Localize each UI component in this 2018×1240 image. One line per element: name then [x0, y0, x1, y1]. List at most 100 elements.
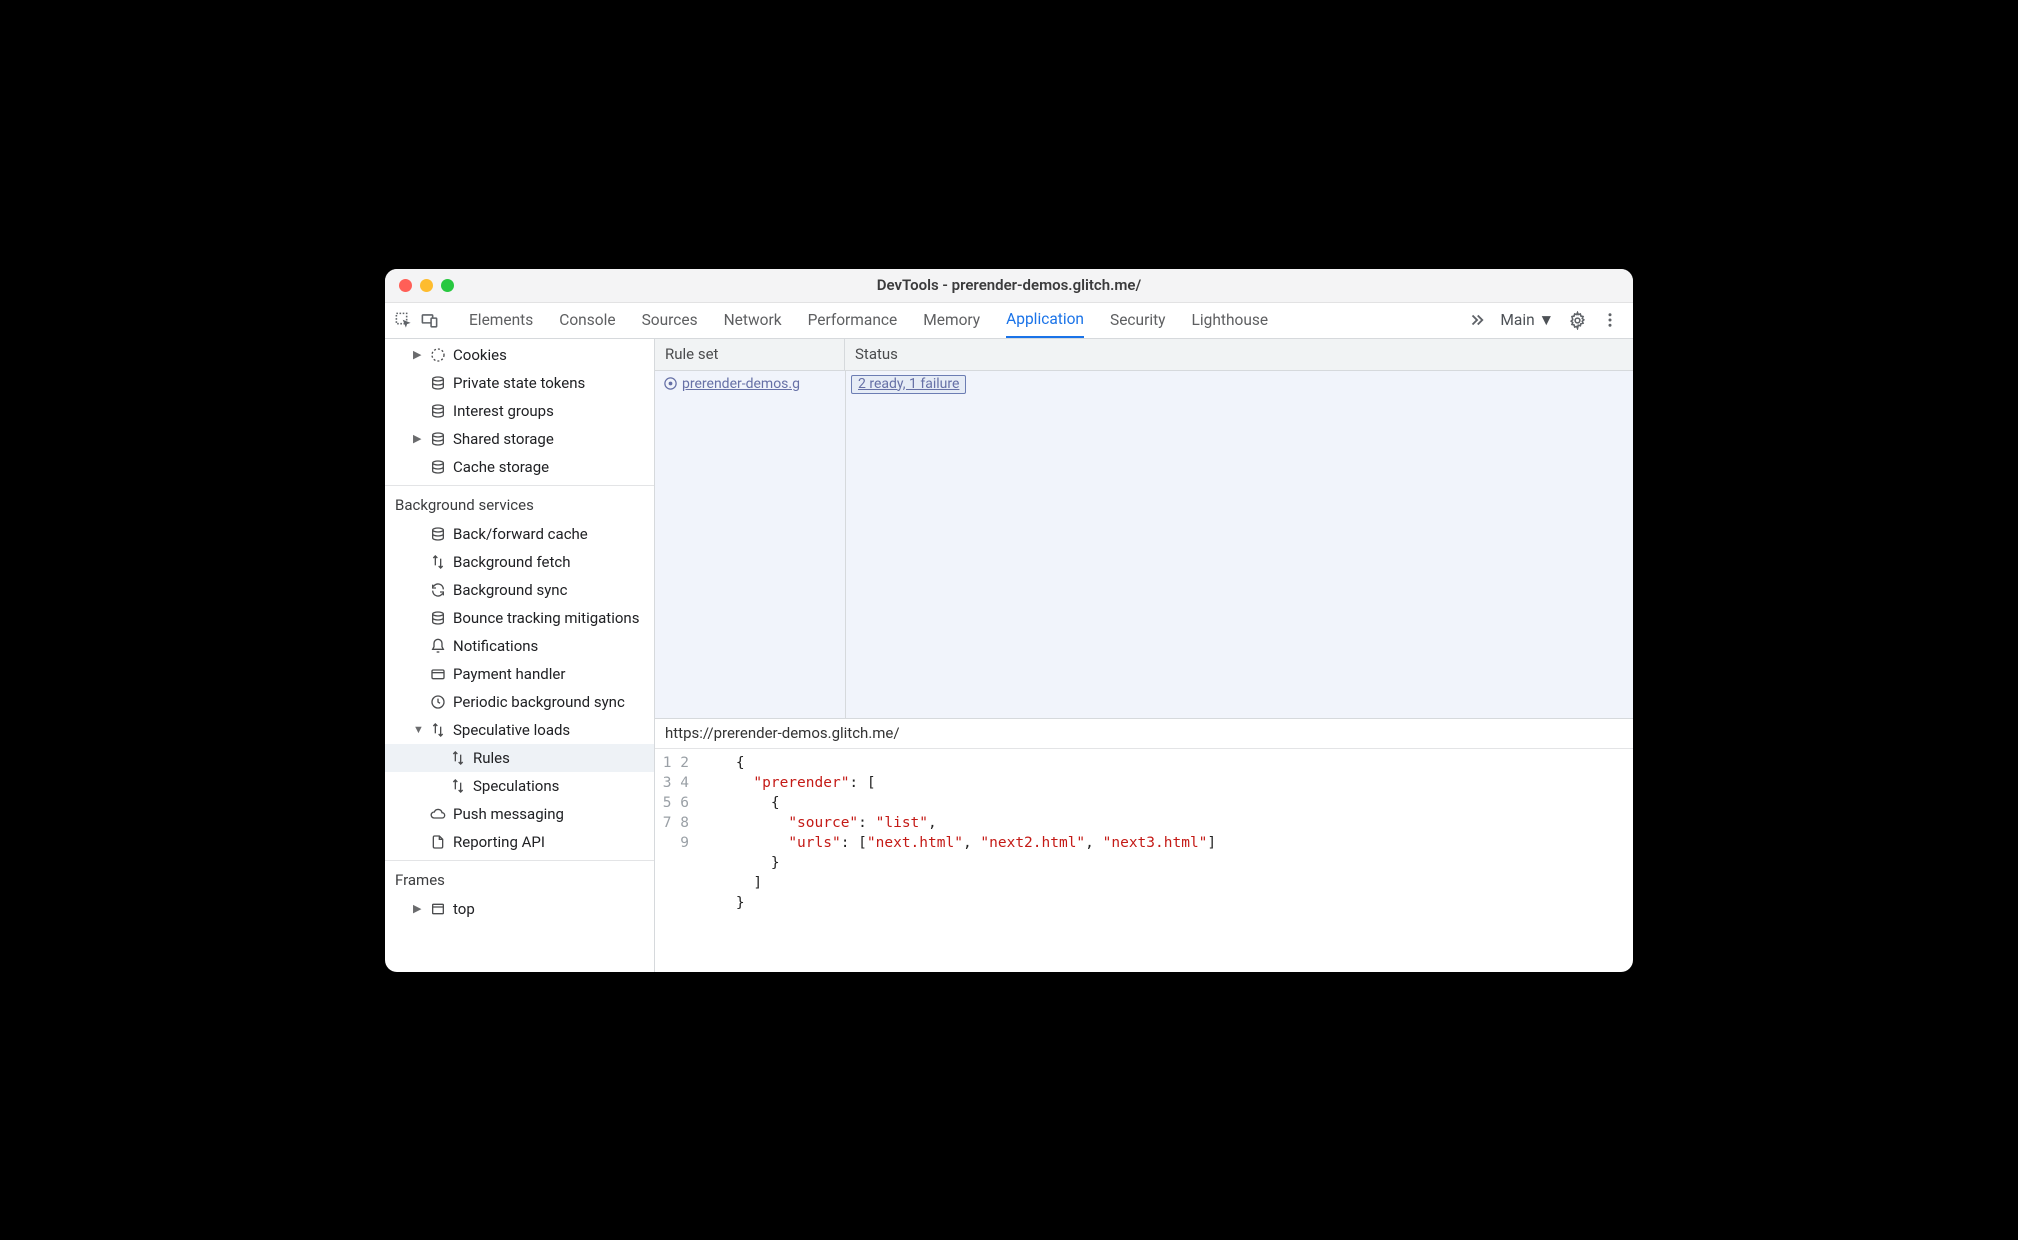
- sidebar-item-top[interactable]: ▶ top: [385, 895, 654, 923]
- sidebar-item-shared-storage[interactable]: ▶ Shared storage: [385, 425, 654, 453]
- detail-url: https://prerender-demos.glitch.me/: [655, 719, 1633, 749]
- cookie-icon: [429, 347, 447, 363]
- sidebar-item-interest-groups[interactable]: Interest groups: [385, 397, 654, 425]
- tab-lighthouse[interactable]: Lighthouse: [1192, 303, 1269, 338]
- db-icon: [429, 459, 447, 475]
- status-link[interactable]: 2 ready, 1 failure: [851, 375, 966, 394]
- sidebar-item-label: Bounce tracking mitigations: [453, 609, 639, 627]
- more-tabs-icon[interactable]: [1468, 311, 1486, 329]
- tab-application[interactable]: Application: [1006, 303, 1084, 338]
- sidebar-item-label: Push messaging: [453, 805, 564, 823]
- sidebar-item-label: Rules: [473, 749, 510, 767]
- sidebar-item-reporting-api[interactable]: Reporting API: [385, 828, 654, 856]
- sidebar-item-label: Cookies: [453, 346, 507, 364]
- sidebar-item-label: Interest groups: [453, 402, 554, 420]
- table-row[interactable]: prerender-demos.g 2 ready, 1 failure: [655, 371, 1633, 397]
- clock-icon: [429, 694, 447, 710]
- chevron-right-icon: ▶: [413, 348, 423, 361]
- sidebar-item-cookies[interactable]: ▶ Cookies: [385, 341, 654, 369]
- device-icon[interactable]: [419, 310, 439, 330]
- sidebar-item-background-fetch[interactable]: Background fetch: [385, 548, 654, 576]
- code-content: { "prerender": [ { "source": "list", "ur…: [701, 753, 1216, 972]
- tab-performance[interactable]: Performance: [808, 303, 898, 338]
- tab-security[interactable]: Security: [1110, 303, 1166, 338]
- column-ruleset[interactable]: Rule set: [655, 339, 845, 370]
- sidebar-item-label: Notifications: [453, 637, 538, 655]
- sidebar-item-label: Reporting API: [453, 833, 545, 851]
- sidebar-item-notifications[interactable]: Notifications: [385, 632, 654, 660]
- tab-network[interactable]: Network: [724, 303, 782, 338]
- sidebar-item-speculations[interactable]: Speculations: [385, 772, 654, 800]
- sidebar: ▶ Cookies Private state tokens Interest gro…: [385, 339, 655, 972]
- sync-icon: [429, 582, 447, 598]
- updown-icon: [429, 554, 447, 570]
- settings-icon[interactable]: [1568, 311, 1587, 330]
- sidebar-item-private-state-tokens[interactable]: Private state tokens: [385, 369, 654, 397]
- frame-icon: [429, 901, 447, 917]
- main-panel: Rule set Status prerender-demos.g 2 read…: [655, 339, 1633, 972]
- status-dot-icon: [663, 376, 678, 391]
- sidebar-item-label: Periodic background sync: [453, 693, 625, 711]
- db-icon: [429, 610, 447, 626]
- content: ▶ Cookies Private state tokens Interest gro…: [385, 339, 1633, 972]
- sidebar-item-label: Speculative loads: [453, 721, 570, 739]
- sidebar-item-label: Private state tokens: [453, 374, 585, 392]
- sidebar-item-label: Background fetch: [453, 553, 570, 571]
- tab-elements[interactable]: Elements: [469, 303, 533, 338]
- devtools-window: DevTools - prerender-demos.glitch.me/ El…: [385, 269, 1633, 972]
- tab-console[interactable]: Console: [559, 303, 615, 338]
- sidebar-item-background-sync[interactable]: Background sync: [385, 576, 654, 604]
- chevron-down-icon: ▼: [413, 723, 423, 736]
- target-selector[interactable]: Main ▼: [1500, 311, 1554, 330]
- sidebar-item-rules[interactable]: Rules: [385, 744, 654, 772]
- sidebar-item-bounce-tracking-mitigations[interactable]: Bounce tracking mitigations: [385, 604, 654, 632]
- sidebar-item-back-forward-cache[interactable]: Back/forward cache: [385, 520, 654, 548]
- sidebar-item-push-messaging[interactable]: Push messaging: [385, 800, 654, 828]
- sidebar-item-label: Background sync: [453, 581, 567, 599]
- sidebar-item-label: Shared storage: [453, 430, 554, 448]
- titlebar: DevTools - prerender-demos.glitch.me/: [385, 269, 1633, 303]
- ruleset-table-header: Rule set Status: [655, 339, 1633, 371]
- updown-icon: [449, 750, 467, 766]
- db-icon: [429, 403, 447, 419]
- kebab-icon[interactable]: [1601, 311, 1619, 329]
- chevron-right-icon: ▶: [413, 902, 423, 915]
- line-gutter: 1 2 3 4 5 6 7 8 9: [655, 753, 701, 972]
- minimize-icon[interactable]: [420, 279, 433, 292]
- tab-sources[interactable]: Sources: [642, 303, 698, 338]
- db-icon: [429, 526, 447, 542]
- ruleset-table-body: prerender-demos.g 2 ready, 1 failure: [655, 371, 1633, 719]
- sidebar-item-speculative-loads[interactable]: ▼ Speculative loads: [385, 716, 654, 744]
- sidebar-item-label: Cache storage: [453, 458, 549, 476]
- bell-icon: [429, 638, 447, 654]
- panel-tabs: Elements Console Sources Network Performance…: [469, 303, 1268, 338]
- close-icon[interactable]: [399, 279, 412, 292]
- ruleset-link[interactable]: prerender-demos.g: [682, 376, 800, 392]
- devtools-toolbar: Elements Console Sources Network Performance…: [385, 303, 1633, 339]
- sidebar-item-cache-storage[interactable]: Cache storage: [385, 453, 654, 481]
- updown-icon: [429, 722, 447, 738]
- sidebar-item-payment-handler[interactable]: Payment handler: [385, 660, 654, 688]
- column-status[interactable]: Status: [845, 345, 1633, 363]
- code-viewer[interactable]: 1 2 3 4 5 6 7 8 9 { "prerender": [ { "so…: [655, 749, 1633, 972]
- cloud-icon: [429, 806, 447, 822]
- sidebar-item-label: top: [453, 900, 475, 918]
- sidebar-item-label: Speculations: [473, 777, 559, 795]
- file-icon: [429, 834, 447, 850]
- section-frames: Frames: [385, 861, 654, 895]
- sidebar-item-periodic-background-sync[interactable]: Periodic background sync: [385, 688, 654, 716]
- card-icon: [429, 666, 447, 682]
- chevron-right-icon: ▶: [413, 432, 423, 445]
- window-controls: [385, 279, 454, 292]
- inspect-icon[interactable]: [393, 310, 413, 330]
- section-background-services: Background services: [385, 486, 654, 520]
- sidebar-item-label: Back/forward cache: [453, 525, 588, 543]
- tab-memory[interactable]: Memory: [923, 303, 980, 338]
- sidebar-item-label: Payment handler: [453, 665, 565, 683]
- zoom-icon[interactable]: [441, 279, 454, 292]
- target-label: Main: [1500, 311, 1534, 329]
- db-icon: [429, 431, 447, 447]
- window-title: DevTools - prerender-demos.glitch.me/: [385, 276, 1633, 294]
- chevron-down-icon: ▼: [1539, 311, 1554, 330]
- updown-icon: [449, 778, 467, 794]
